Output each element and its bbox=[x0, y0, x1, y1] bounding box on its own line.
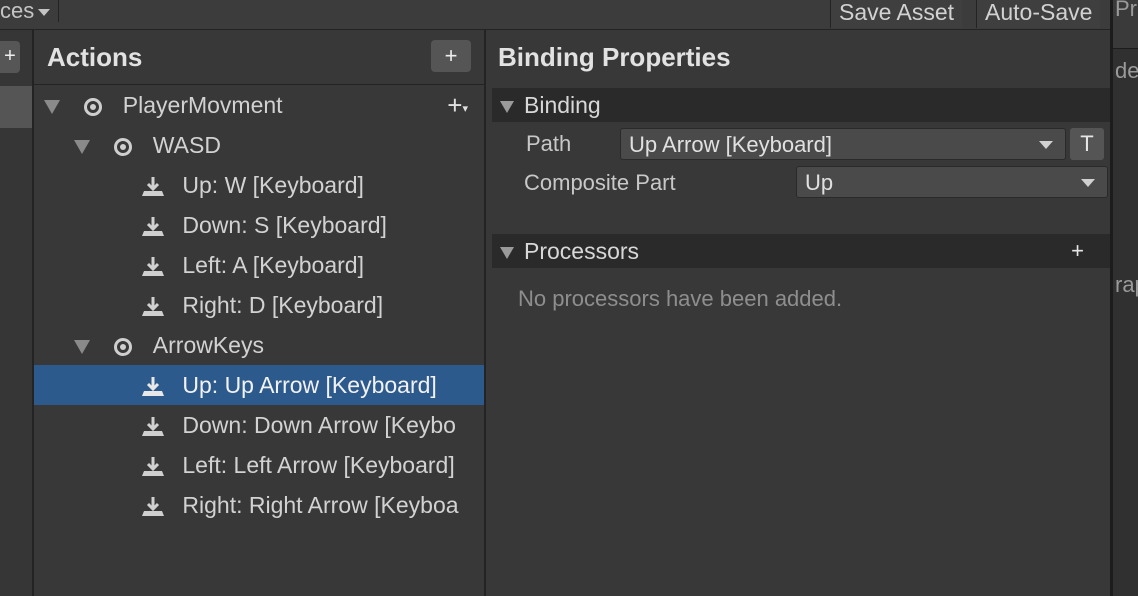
chevron-down-icon bbox=[1081, 179, 1095, 187]
add-action-map-button[interactable]: + bbox=[0, 41, 20, 73]
path-value: Up Arrow [Keyboard] bbox=[629, 132, 832, 157]
binding-icon bbox=[142, 456, 164, 476]
properties-title: Binding Properties bbox=[498, 42, 731, 72]
processors-section-label: Processors bbox=[524, 238, 640, 264]
no-processors-message: No processors have been added. bbox=[518, 286, 843, 311]
save-asset-button[interactable]: Save Asset bbox=[830, 0, 963, 28]
binding-section-header[interactable]: Binding bbox=[492, 88, 1110, 122]
action-icon bbox=[84, 97, 103, 116]
binding-properties-panel: Binding Properties Binding Path Up Arrow… bbox=[486, 30, 1112, 596]
binding-label: Right: Right Arrow [Keyboa bbox=[182, 492, 459, 518]
add-binding-icon[interactable]: +▾ bbox=[447, 85, 468, 125]
composite-part-label: Composite Part bbox=[524, 170, 676, 195]
text-mode-button[interactable]: T bbox=[1070, 128, 1104, 160]
binding-label: Up: W [Keyboard] bbox=[182, 172, 364, 198]
composite-label: WASD bbox=[152, 132, 221, 158]
adjacent-panel-edge: Pr de rap bbox=[1110, 0, 1138, 596]
processors-section-header[interactable]: Processors + bbox=[492, 234, 1110, 268]
actions-panel: Actions + PlayerMovment +▾ WASD Up: W [K… bbox=[34, 30, 486, 596]
composite-part-value: Up bbox=[805, 170, 834, 195]
selected-action-map[interactable] bbox=[0, 86, 32, 128]
foldout-arrow-icon[interactable] bbox=[74, 339, 90, 354]
adjacent-panel-text-low: rap bbox=[1115, 272, 1138, 297]
binding-label: Left: A [Keyboard] bbox=[182, 252, 364, 278]
chevron-down-icon bbox=[1039, 141, 1053, 149]
tree-item-binding[interactable]: Right: D [Keyboard] bbox=[34, 285, 484, 325]
binding-label: Down: Down Arrow [Keybo bbox=[182, 412, 456, 438]
binding-label: Down: S [Keyboard] bbox=[182, 212, 387, 238]
tree-item-binding[interactable]: Down: Down Arrow [Keybo bbox=[34, 405, 484, 445]
composite-label: ArrowKeys bbox=[152, 332, 264, 358]
path-dropdown[interactable]: Up Arrow [Keyboard] bbox=[620, 128, 1066, 160]
control-schemes-label: ces bbox=[0, 0, 35, 23]
binding-icon bbox=[142, 496, 164, 516]
path-label: Path bbox=[526, 131, 572, 156]
tree-item-binding[interactable]: Left: Left Arrow [Keyboard] bbox=[34, 445, 484, 485]
tree-item-binding[interactable]: Right: Right Arrow [Keyboa bbox=[34, 485, 484, 525]
actions-header: Actions + bbox=[34, 30, 484, 85]
binding-icon bbox=[142, 216, 164, 236]
binding-icon bbox=[142, 256, 164, 276]
composite-icon bbox=[114, 137, 133, 156]
chevron-down-icon bbox=[38, 8, 51, 16]
binding-icon bbox=[142, 296, 164, 316]
adjacent-panel-text-mid: de bbox=[1115, 58, 1138, 83]
binding-label: Left: Left Arrow [Keyboard] bbox=[182, 452, 455, 478]
binding-icon bbox=[142, 376, 164, 396]
tree-item-composite[interactable]: ArrowKeys bbox=[34, 325, 484, 365]
tree-item-binding[interactable]: Up: W [Keyboard] bbox=[34, 165, 484, 205]
toolbar: ces Save Asset Auto-Save bbox=[0, 0, 1112, 30]
tree-item-binding[interactable]: Left: A [Keyboard] bbox=[34, 245, 484, 285]
tree-item-binding-selected[interactable]: Up: Up Arrow [Keyboard] bbox=[34, 365, 484, 405]
composite-icon bbox=[114, 337, 133, 356]
auto-save-toggle[interactable]: Auto-Save bbox=[976, 0, 1101, 28]
tree-item-composite[interactable]: WASD bbox=[34, 125, 484, 165]
actions-title: Actions bbox=[47, 42, 143, 72]
binding-section-label: Binding bbox=[524, 92, 601, 118]
foldout-arrow-icon[interactable] bbox=[500, 100, 514, 113]
action-label: PlayerMovment bbox=[122, 92, 283, 118]
foldout-arrow-icon[interactable] bbox=[74, 139, 90, 154]
add-processor-button[interactable]: + bbox=[1071, 234, 1084, 268]
tree-item-action[interactable]: PlayerMovment +▾ bbox=[34, 85, 484, 125]
adjacent-panel-text-top: Pr bbox=[1115, 0, 1137, 21]
binding-label: Up: Up Arrow [Keyboard] bbox=[182, 372, 437, 398]
foldout-arrow-icon[interactable] bbox=[44, 99, 60, 114]
binding-label: Right: D [Keyboard] bbox=[182, 292, 384, 318]
tree-item-binding[interactable]: Down: S [Keyboard] bbox=[34, 205, 484, 245]
binding-icon bbox=[142, 416, 164, 436]
add-binding-glyph: + bbox=[447, 90, 463, 120]
composite-part-dropdown[interactable]: Up bbox=[796, 166, 1108, 198]
binding-icon bbox=[142, 176, 164, 196]
add-action-button[interactable]: + bbox=[431, 40, 471, 72]
foldout-arrow-icon[interactable] bbox=[500, 246, 514, 259]
control-schemes-dropdown[interactable]: ces bbox=[0, 0, 60, 23]
